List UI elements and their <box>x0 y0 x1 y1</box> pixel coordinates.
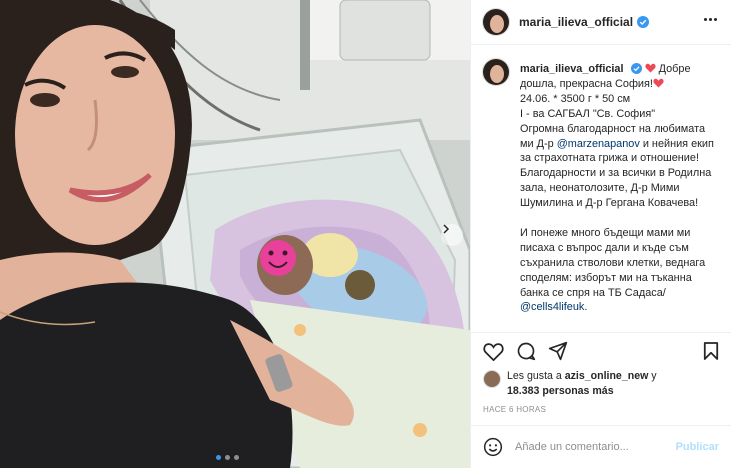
post-side-panel: maria_ilieva_official maria_ilieva_offic… <box>470 0 731 468</box>
post-timestamp[interactable]: HACE 6 HORAS <box>471 401 731 425</box>
emoji-icon[interactable] <box>483 437 503 457</box>
carousel-dot-2 <box>225 455 230 460</box>
bookmark-icon[interactable] <box>703 341 719 364</box>
likes-user-link[interactable]: azis_online_new <box>565 370 649 382</box>
avatar[interactable] <box>483 370 501 388</box>
avatar-image <box>483 59 509 85</box>
likes-middle: y <box>648 370 657 382</box>
photo-illustration <box>0 0 470 468</box>
red-heart-emoji-icon <box>653 78 664 88</box>
instagram-post: maria_ilieva_official maria_ilieva_offic… <box>0 0 731 468</box>
mention-link[interactable]: @marzenapanov <box>557 138 640 150</box>
carousel-dot-3 <box>234 455 239 460</box>
caption-area: maria_ilieva_official Добре дошла, прекр… <box>471 45 731 332</box>
avatar[interactable] <box>482 8 510 36</box>
red-heart-emoji-icon <box>644 63 656 73</box>
post-header: maria_ilieva_official <box>471 0 731 45</box>
post-actions <box>471 332 731 369</box>
caption-text-thanks-team: Благодарности и за всички в Родилна зала… <box>520 167 712 210</box>
likes-prefix: Les gusta a <box>507 370 565 382</box>
comment-icon[interactable] <box>516 341 536 361</box>
carousel-next-button[interactable] <box>441 224 463 246</box>
caption-text-birth-stats: 24.06. * 3500 г * 50 см <box>520 92 631 105</box>
more-options-icon[interactable] <box>704 18 717 21</box>
comment-form: Publicar <box>471 425 731 468</box>
comment-input[interactable] <box>515 441 676 453</box>
likes-count-link[interactable]: 18.383 personas más <box>507 385 614 397</box>
caption-text-hospital: I - ва САГБАЛ "Св. София" <box>520 107 656 120</box>
heart-icon[interactable] <box>483 342 504 361</box>
avatar-image <box>483 9 509 35</box>
carousel-dot-1 <box>216 455 221 460</box>
verified-badge-icon <box>637 16 650 28</box>
verified-badge-icon <box>630 63 642 74</box>
caption-text-stem-cells: И понеже много бъдещи мами ми писаха с в… <box>520 226 719 315</box>
post-caption: maria_ilieva_official Добре дошла, прекр… <box>520 62 719 332</box>
share-icon[interactable] <box>548 341 568 361</box>
chevron-right-icon <box>443 224 450 234</box>
likes-summary: Les gusta a azis_online_new y 18.383 per… <box>471 369 731 401</box>
likes-text: Les gusta a azis_online_new y 18.383 per… <box>507 369 657 398</box>
post-username[interactable]: maria_ilieva_official <box>519 15 633 29</box>
carousel-indicator <box>216 455 239 460</box>
caption-text-thanks: Огромна благодарност на любимата ми Д-р … <box>520 122 719 167</box>
caption-avatar[interactable] <box>482 58 510 86</box>
post-photo[interactable] <box>0 0 470 468</box>
publish-button[interactable]: Publicar <box>676 441 719 453</box>
mention-link[interactable]: @cells4lifeuk <box>520 301 584 313</box>
caption-text-stem-cells-body: И понеже много бъдещи мами ми писаха с в… <box>520 226 706 299</box>
caption-text-period: . <box>584 301 588 314</box>
caption-username[interactable]: maria_ilieva_official <box>520 63 624 75</box>
